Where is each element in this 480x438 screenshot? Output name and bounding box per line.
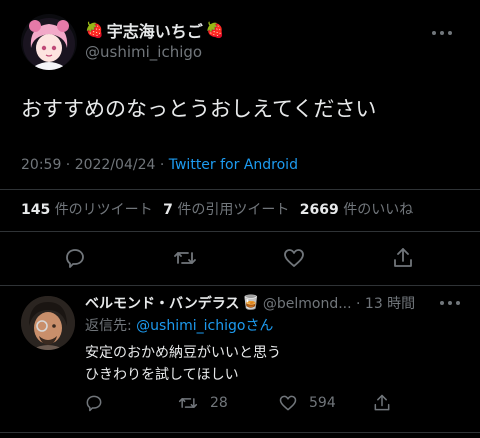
quotes-label: 件の引用ツイート — [177, 202, 290, 218]
retweet-icon[interactable] — [173, 246, 197, 270]
reply-icon[interactable] — [84, 393, 104, 413]
tweet-source-link[interactable]: Twitter for Android — [169, 157, 298, 173]
reply-like-button[interactable]: 594 — [277, 393, 336, 413]
author-name-row[interactable]: 🍓 宇志海いちご 🍓 — [85, 19, 224, 41]
reply-handle-time[interactable]: @belmond... · 13 時間 — [263, 293, 415, 313]
likes-label: 件のいいね — [343, 202, 414, 218]
whisky-emoji-icon: 🥃 — [242, 295, 260, 311]
reply-retweet-button[interactable]: 28 — [178, 393, 228, 413]
replying-handle-link[interactable]: @ushimi_ichigo — [136, 318, 245, 334]
retweets-count: 145 — [21, 202, 51, 218]
share-icon[interactable] — [372, 393, 392, 413]
author-handle[interactable]: @ushimi_ichigo — [85, 42, 202, 62]
reply-header: ベルモンド・バンデラス 🥃 @belmond... · 13 時間 — [85, 293, 415, 313]
strawberry-emoji-icon: 🍓 — [205, 21, 225, 39]
replying-suffix: さん — [245, 318, 274, 334]
reply-text-line: ひきわりを試してほしい — [85, 367, 239, 383]
reply-author-avatar[interactable] — [21, 296, 75, 350]
author-avatar[interactable] — [21, 14, 77, 70]
divider — [0, 432, 480, 433]
likes-count: 2669 — [299, 202, 339, 218]
tweet-timestamp[interactable]: 20:59 · 2022/04/24 · — [21, 157, 169, 173]
divider — [0, 285, 480, 286]
retweets-stat[interactable]: 145 件のリツイート — [21, 202, 153, 218]
replying-prefix: 返信先: — [85, 318, 137, 334]
strawberry-emoji-icon: 🍓 — [85, 21, 104, 39]
quotes-count: 7 — [163, 202, 173, 218]
more-icon[interactable] — [440, 301, 460, 305]
like-icon[interactable] — [282, 246, 306, 270]
tweet-text: おすすめのなっとうおしえてください — [21, 97, 377, 121]
more-icon[interactable] — [432, 31, 452, 35]
reply-text-line: 安定のおかめ納豆がいいと思う — [85, 345, 281, 361]
retweet-icon — [178, 393, 198, 413]
reply-retweet-count: 28 — [210, 395, 228, 411]
author-name: 宇志海いちご — [106, 22, 203, 41]
divider — [0, 189, 480, 190]
reply-icon[interactable] — [63, 246, 87, 270]
reply-text: 安定のおかめ納豆がいいと思う ひきわりを試してほしい — [85, 342, 281, 386]
replying-to: 返信先: @ushimi_ichigoさん — [85, 316, 273, 336]
reply-author-name[interactable]: ベルモンド・バンデラス — [85, 293, 239, 313]
retweets-label: 件のリツイート — [54, 202, 153, 218]
tweet-meta: 20:59 · 2022/04/24 · Twitter for Android — [21, 155, 298, 175]
quotes-stat[interactable]: 7 件の引用ツイート — [163, 202, 289, 218]
tweet-stats: 145 件のリツイート 7 件の引用ツイート 2669 件のいいね — [21, 200, 413, 220]
reply-like-count: 594 — [309, 395, 336, 411]
share-icon[interactable] — [391, 246, 415, 270]
like-icon — [277, 393, 299, 413]
likes-stat[interactable]: 2669 件のいいね — [300, 202, 413, 218]
divider — [0, 231, 480, 232]
